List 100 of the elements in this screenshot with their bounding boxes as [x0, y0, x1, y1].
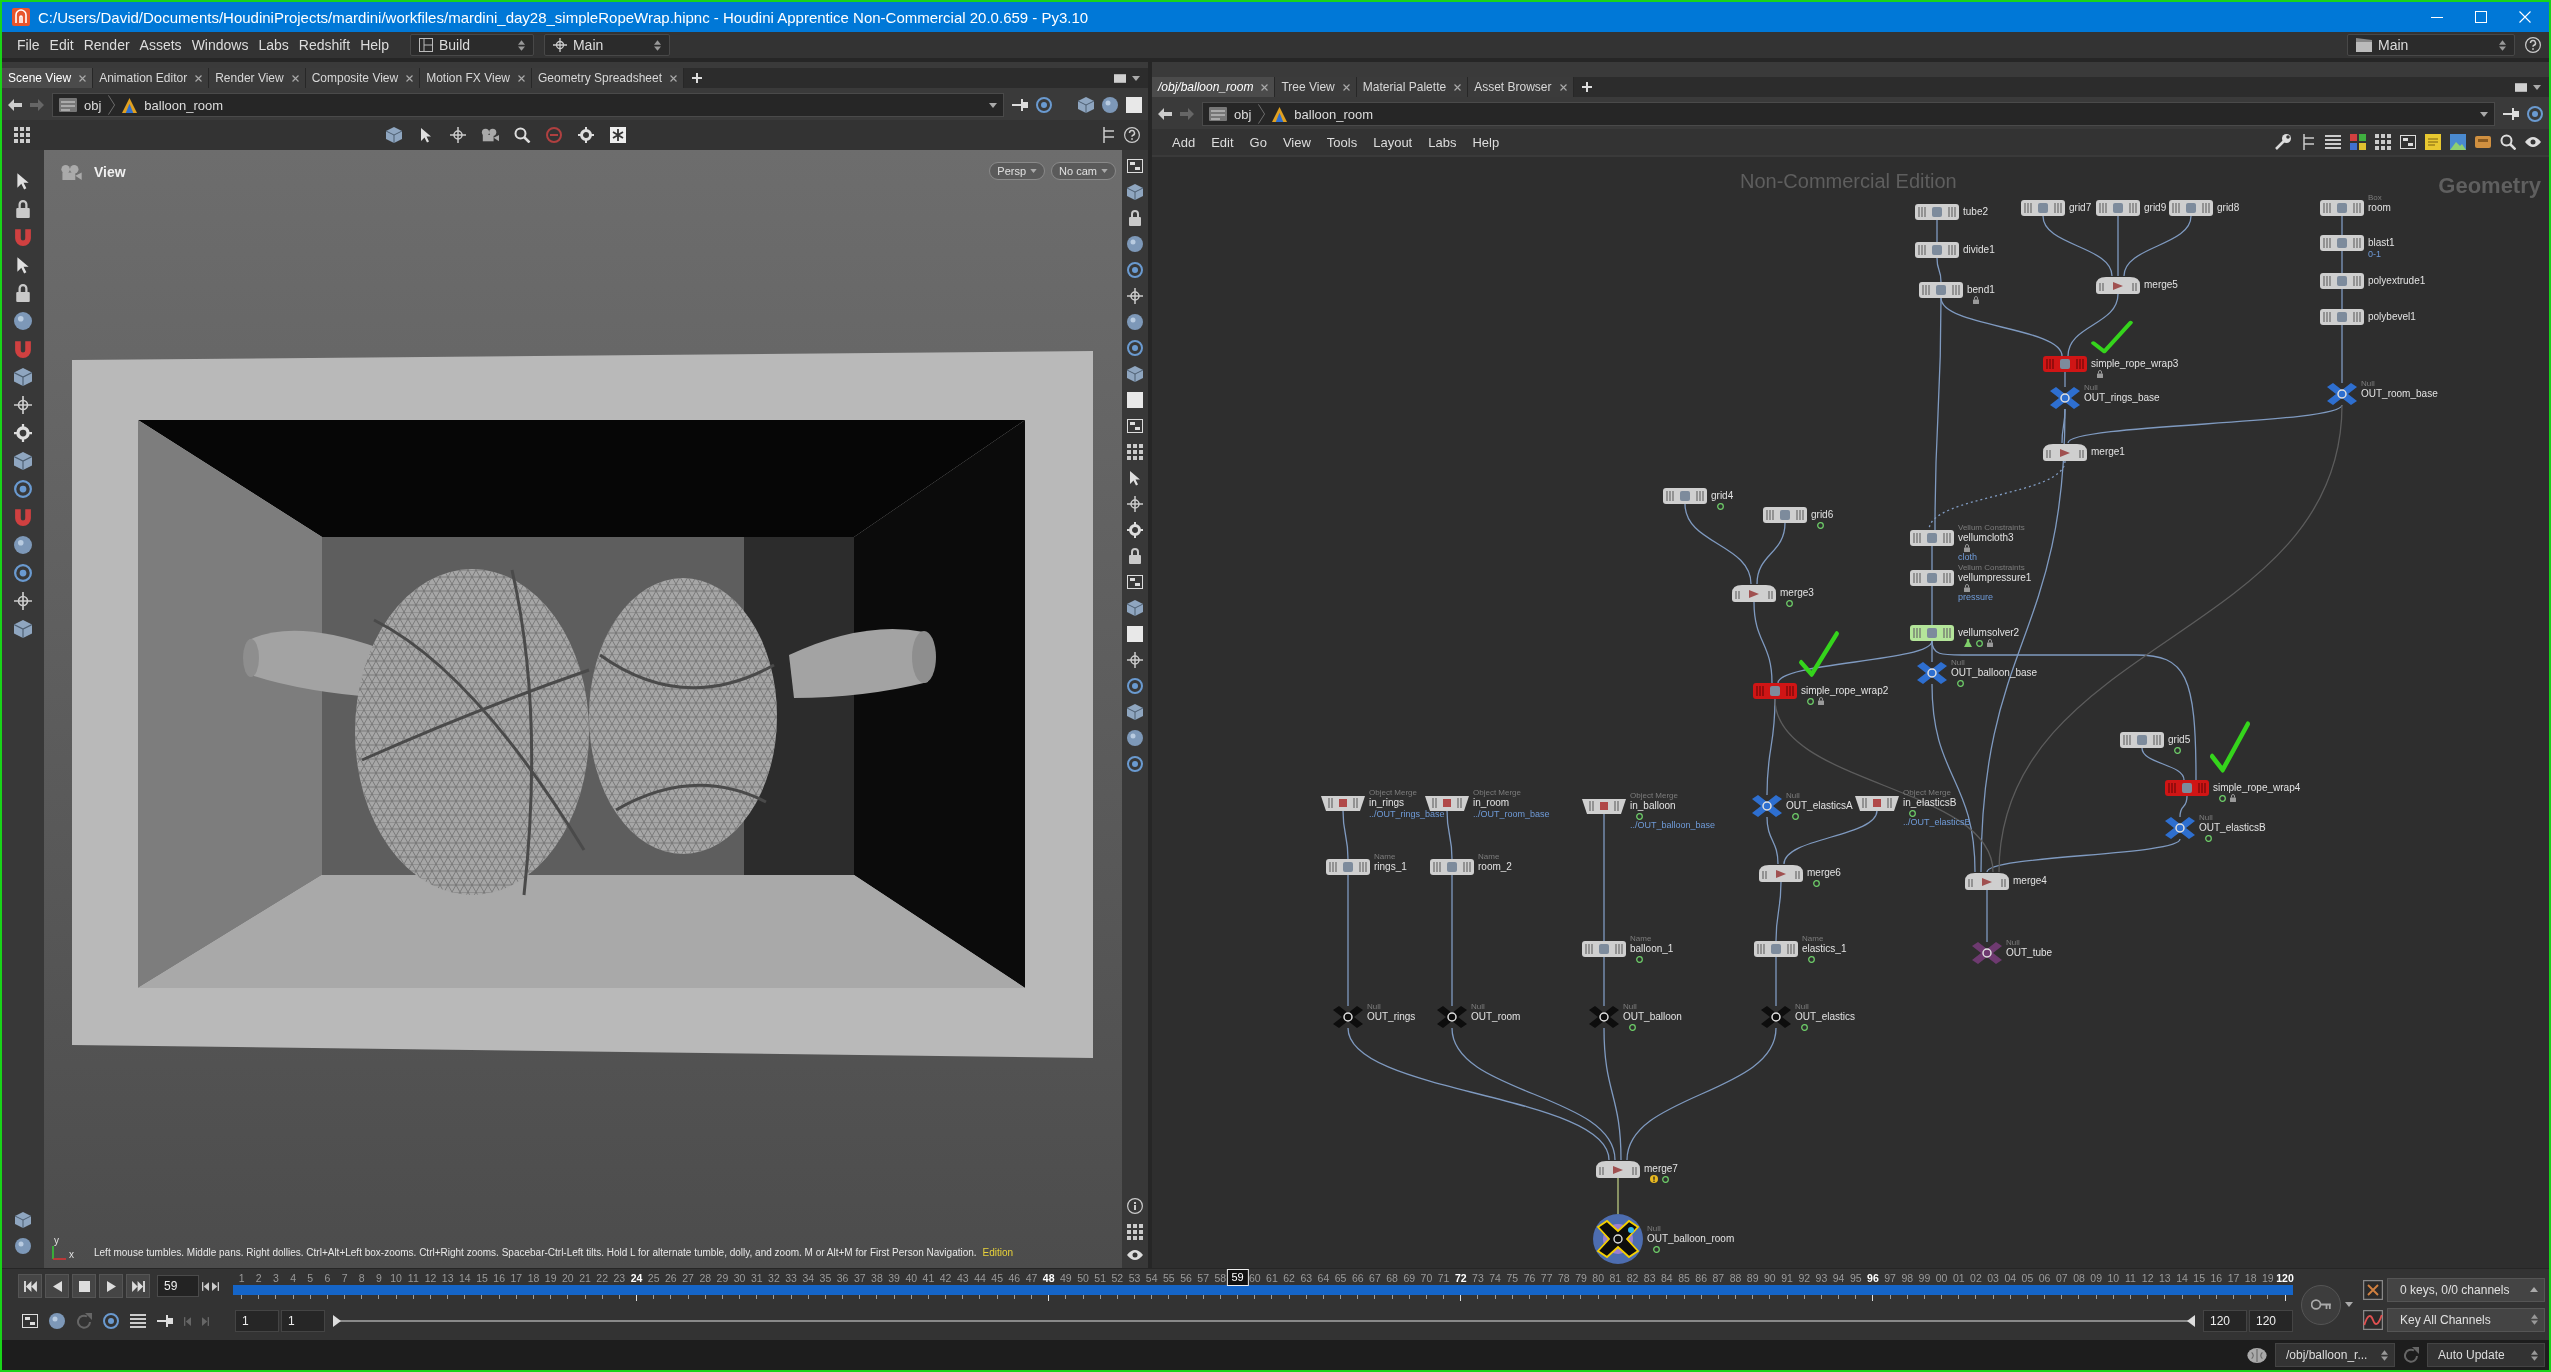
menu-item[interactable]: Redshift: [293, 37, 356, 53]
minimize-icon[interactable]: [2431, 16, 2443, 18]
camera-menu-button[interactable]: Persp: [989, 162, 1046, 180]
menu-item[interactable]: Labs: [1420, 134, 1465, 150]
tree-icon[interactable]: [1102, 127, 1114, 143]
caret-icon[interactable]: [989, 102, 997, 108]
path-dropdown[interactable]: /obj/balloon_r...: [2275, 1343, 2395, 1367]
pane-tab[interactable]: Tree View: [1275, 77, 1357, 97]
object-merge-node[interactable]: [1582, 798, 1626, 814]
lock-icon[interactable]: [1127, 548, 1143, 564]
pane-tab[interactable]: Animation Editor: [93, 68, 210, 88]
target-icon[interactable]: [1127, 756, 1143, 772]
tray-icon[interactable]: [2475, 134, 2491, 150]
lock-icon[interactable]: [14, 284, 32, 302]
network-box-icon[interactable]: [1127, 418, 1143, 434]
update-mode-dropdown[interactable]: Auto Update: [2427, 1343, 2545, 1367]
pin-icon[interactable]: [1012, 99, 1028, 111]
camera-icon[interactable]: [481, 127, 499, 143]
range-handle-icon[interactable]: [2187, 1315, 2195, 1327]
menu-item[interactable]: File: [12, 37, 45, 53]
gear-icon[interactable]: [577, 127, 595, 143]
cube-icon[interactable]: [15, 1212, 31, 1228]
object-merge-node[interactable]: [1425, 795, 1469, 811]
sphere-icon[interactable]: [15, 1238, 31, 1254]
jump-to-end-button[interactable]: [126, 1274, 150, 1298]
pane-tab[interactable]: Composite View: [305, 68, 421, 88]
caret-icon[interactable]: [2480, 111, 2488, 117]
menu-item[interactable]: Labs: [253, 37, 294, 53]
sphere-icon[interactable]: [14, 536, 32, 554]
path-segment[interactable]: balloon_room: [144, 97, 224, 113]
key-mode-dropdown[interactable]: Key All Channels: [2387, 1307, 2545, 1332]
close-icon[interactable]: [518, 74, 525, 82]
menu-item[interactable]: Edit: [44, 37, 79, 53]
range-end-field[interactable]: 120: [2249, 1310, 2293, 1332]
node-tile[interactable]: [2320, 309, 2364, 325]
pane-tab[interactable]: Scene View: [2, 68, 94, 88]
search-icon[interactable]: [513, 127, 531, 143]
timeline-track[interactable]: [233, 1285, 2293, 1295]
back-arrow-icon[interactable]: [8, 99, 22, 111]
pin-icon[interactable]: [157, 1315, 173, 1327]
cube-icon[interactable]: [1127, 366, 1143, 382]
help-icon[interactable]: [2525, 37, 2541, 53]
pane-menu-icon[interactable]: [2515, 82, 2527, 92]
keys-dropdown[interactable]: 0 keys, 0/0 channels: [2387, 1277, 2545, 1302]
network-box-icon[interactable]: [2400, 134, 2416, 150]
null-node[interactable]: [1972, 942, 2002, 964]
pane-tab[interactable]: Geometry Spreadsheet: [532, 68, 685, 88]
info-icon[interactable]: [1127, 1198, 1143, 1214]
cube-icon[interactable]: [14, 620, 32, 638]
network-box-icon[interactable]: [22, 1314, 38, 1328]
lock-icon[interactable]: [14, 200, 32, 218]
target-icon[interactable]: [103, 1313, 119, 1329]
crosshair-icon[interactable]: [1127, 652, 1143, 668]
lock-icon[interactable]: [1127, 210, 1143, 226]
target-icon[interactable]: [1127, 340, 1143, 356]
pane-tab[interactable]: Asset Browser: [1468, 77, 1574, 97]
null-node[interactable]: [1752, 795, 1782, 817]
null-node[interactable]: [2165, 817, 2195, 839]
node-tile[interactable]: [2165, 780, 2209, 796]
path-segment[interactable]: obj: [84, 97, 102, 113]
close-icon[interactable]: [1261, 83, 1269, 91]
node-tile[interactable]: [1910, 570, 1954, 586]
close-icon[interactable]: [79, 74, 87, 82]
null-node[interactable]: [1333, 1006, 1363, 1028]
menu-item[interactable]: Help: [355, 37, 394, 53]
node-tile[interactable]: [1430, 859, 1474, 875]
menu-item[interactable]: Render: [78, 37, 135, 53]
pane-tab[interactable]: Motion FX View: [420, 68, 532, 88]
desktop-dropdown[interactable]: Main: [2347, 34, 2515, 56]
crosshair-icon[interactable]: [14, 592, 32, 610]
network-box-icon[interactable]: [1127, 158, 1143, 174]
merge-node[interactable]: [1965, 872, 2009, 890]
menu-item[interactable]: Layout: [1365, 134, 1421, 150]
cube-icon[interactable]: [14, 452, 32, 470]
current-frame-marker[interactable]: 59: [1226, 1269, 1249, 1286]
pin-icon[interactable]: [2503, 108, 2519, 120]
eye-icon[interactable]: [1127, 1250, 1143, 1260]
merge-node[interactable]: [1759, 864, 1803, 882]
null-node[interactable]: [2050, 387, 2080, 409]
crosshair-icon[interactable]: [1127, 496, 1143, 512]
camera-menu-button[interactable]: No cam: [1051, 162, 1116, 180]
caret-icon[interactable]: [2345, 1302, 2353, 1307]
sphere-icon[interactable]: [1102, 97, 1118, 113]
menu-item[interactable]: Edit: [1203, 134, 1242, 150]
crosshair-icon[interactable]: [1127, 288, 1143, 304]
target-icon[interactable]: [14, 480, 32, 498]
node-tile[interactable]: [1326, 859, 1370, 875]
target-icon[interactable]: [14, 564, 32, 582]
node-tile[interactable]: [1910, 625, 1954, 641]
grid-icon[interactable]: [2375, 134, 2391, 150]
key-button[interactable]: [2301, 1284, 2341, 1325]
step-back-icon[interactable]: [202, 1281, 209, 1291]
menu-item[interactable]: Assets: [134, 37, 187, 53]
play-button[interactable]: [99, 1274, 123, 1298]
path-field[interactable]: obj balloon_room: [52, 93, 1004, 117]
null-node[interactable]: [1761, 1006, 1791, 1028]
merge-node[interactable]: [1732, 584, 1776, 602]
sphere-icon[interactable]: [1127, 236, 1143, 252]
help-icon[interactable]: [1124, 127, 1140, 143]
jump-to-start-button[interactable]: [18, 1274, 42, 1298]
